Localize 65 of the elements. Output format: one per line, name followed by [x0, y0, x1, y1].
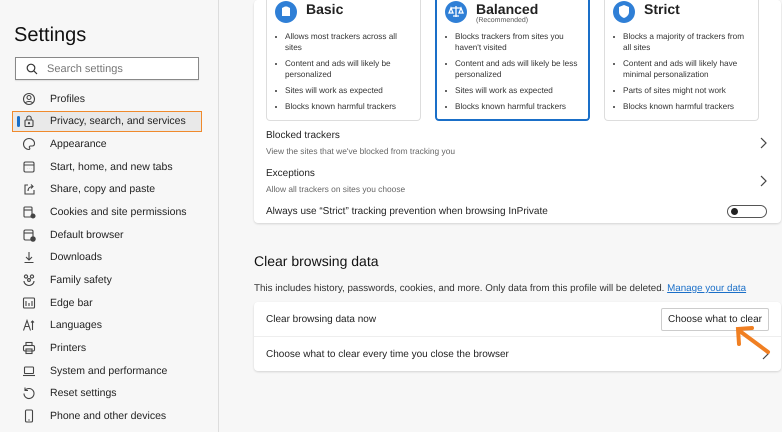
setting-label: Blocked trackers — [266, 129, 341, 142]
sidebar-item[interactable]: Privacy, search, and services — [12, 110, 202, 132]
sidebar-item[interactable]: Share, copy and paste — [12, 178, 202, 200]
manage-data-link[interactable]: Manage your data — [667, 283, 746, 294]
chevron-right-icon[interactable] — [759, 136, 767, 148]
cookie-icon — [22, 204, 36, 219]
sidebar-item[interactable]: Appearance — [12, 133, 202, 154]
sidebar-item[interactable]: System and performance — [12, 360, 202, 382]
tracking-level-card[interactable]: Strict Blocks a majority of trackers from all sites Content and ads will likely have minimal personalization Parts of sites might not work Blocks known harmful trackers — [604, 0, 759, 121]
palette-icon — [22, 136, 36, 151]
sidebar-item[interactable]: Profiles — [12, 88, 202, 109]
choose-what-to-clear-button[interactable]: Choose what to clear — [661, 308, 769, 330]
lock-icon — [22, 114, 36, 128]
card-title: Balanced — [476, 1, 538, 17]
lang-icon — [22, 318, 36, 332]
card-bullet-text: Blocks known harmful trackers — [285, 101, 396, 112]
card-bullet-text: Sites will work as expected — [455, 85, 553, 96]
setting-label: Always use “Strict” tracking prevention when browsing InPrivate — [266, 205, 548, 218]
sidebar-item[interactable]: Family safety — [12, 270, 202, 290]
sidebar-item[interactable]: Reset settings — [12, 382, 202, 404]
toggle-switch[interactable] — [727, 205, 767, 218]
sidebar-item[interactable]: Cookies and site permissions — [12, 201, 202, 222]
sidebar-item[interactable]: Downloads — [12, 246, 202, 268]
setting-label: Clear browsing data now — [266, 314, 376, 324]
profile-icon — [22, 92, 36, 106]
shield-icon — [613, 1, 635, 23]
sidebar-item[interactable]: Languages — [12, 314, 202, 336]
settings-title: Settings — [14, 24, 88, 47]
card-bullet-text: Content and ads will likely be less personalized — [455, 58, 578, 80]
card-bullet-text: Blocks trackers from sites you haven't visited — [455, 31, 565, 53]
chevron-right-icon[interactable] — [759, 174, 767, 186]
family-icon — [22, 273, 36, 287]
setting-label: Exceptions — [266, 167, 316, 180]
setting-label: Choose what to clear every time you close the browser — [266, 348, 509, 360]
section-heading: Clear browsing data — [254, 253, 380, 269]
search-field[interactable]: Search settings — [15, 57, 199, 80]
share-icon — [22, 182, 36, 196]
sidebar-item[interactable]: Start, home, and new tabs — [12, 156, 202, 178]
reset-icon — [22, 386, 36, 400]
sidebar-item[interactable]: Default browser — [12, 224, 202, 246]
download-icon — [22, 250, 36, 264]
laptop-icon — [22, 364, 36, 378]
sidebar-item[interactable]: Edge bar — [12, 292, 202, 314]
scale-icon — [445, 1, 467, 23]
pointer-arrow-drawing — [733, 324, 773, 356]
card-title: Strict — [644, 1, 680, 17]
phone-icon — [22, 409, 36, 424]
card-title: Basic — [306, 1, 344, 17]
printer-icon — [22, 341, 36, 356]
card-bullet-text: Content and ads will likely be personalized — [285, 58, 392, 80]
card-bullet-text: Blocks known harmful trackers — [623, 101, 734, 112]
card-bullet-text: Blocks a majority of trackers from all sites — [623, 31, 746, 53]
setting-description: Allow all trackers on sites you choose — [266, 184, 406, 194]
card-bullet-text: Parts of sites might not work — [623, 85, 726, 96]
sidebar-item[interactable]: Phone and other devices — [12, 406, 202, 427]
setting-description: View the sites that we've blocked from tracking you — [266, 146, 456, 156]
sidebar-item[interactable]: Printers — [12, 338, 202, 359]
section-description: This includes history, passwords, cookies, and more. Only data from this profile will be deleted. Manage your data — [254, 283, 748, 294]
tracking-level-card[interactable]: Basic Allows most trackers across all sites Content and ads will likely be personalized Sites will work as expected Blocks known harmful trackers — [266, 0, 421, 121]
card-bullet-text: Blocks known harmful trackers — [455, 101, 566, 112]
browser-icon — [22, 228, 36, 242]
tab-icon — [22, 160, 36, 174]
card-bullet-text: Content and ads will likely have minimal personalization — [623, 58, 738, 80]
card-bullet-text: Allows most trackers across all sites — [285, 31, 398, 53]
card-bullet-text: Sites will work as expected — [285, 85, 383, 96]
